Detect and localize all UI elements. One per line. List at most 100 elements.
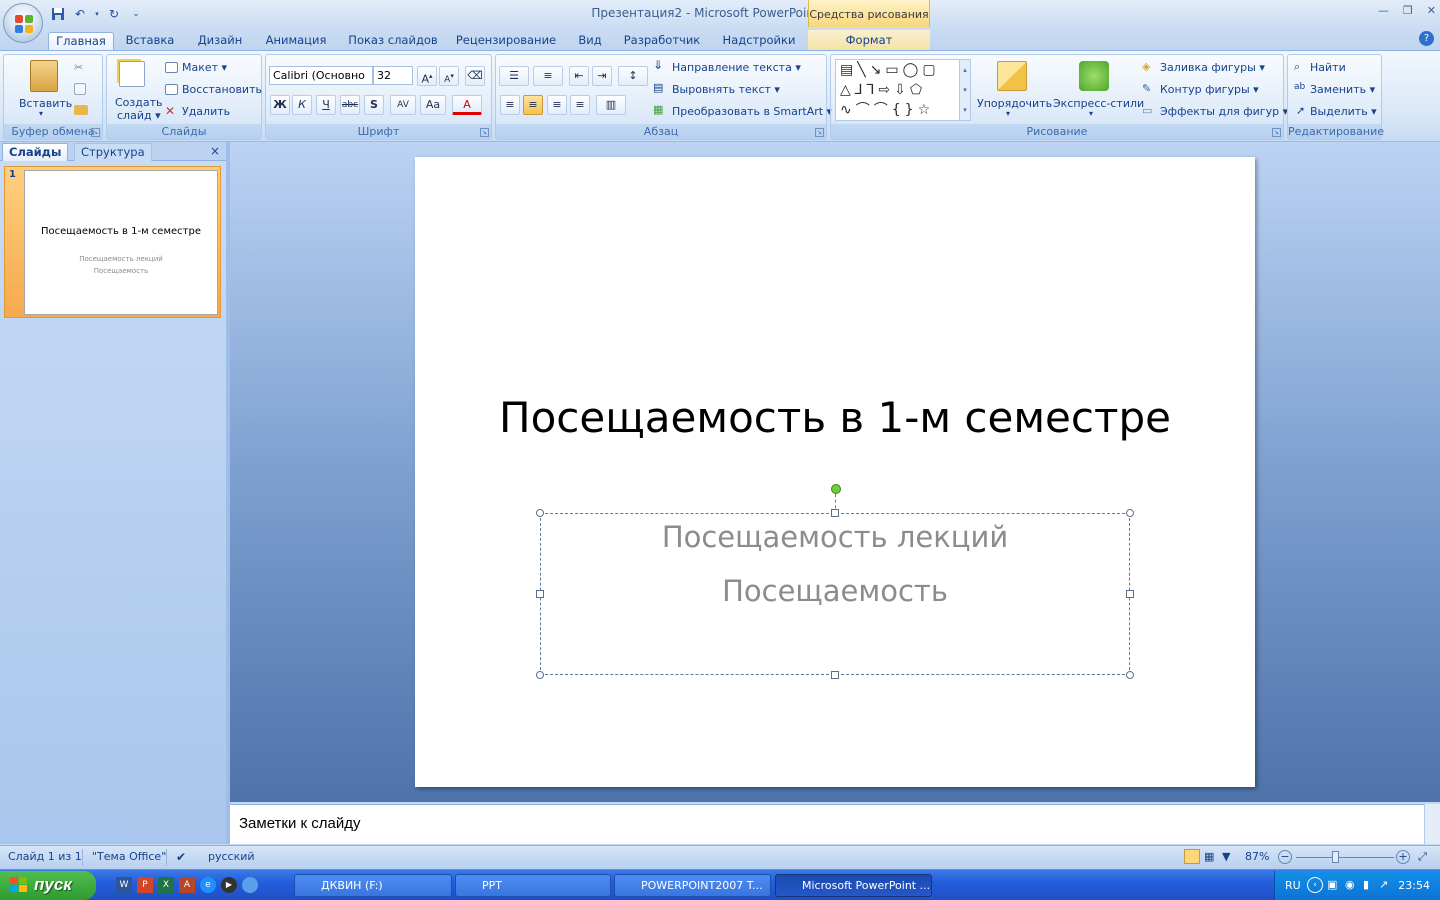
word-icon[interactable]: W [116, 877, 132, 893]
shape-effects-button[interactable]: Эффекты для фигур ▾ [1160, 105, 1288, 118]
slide-thumbnail-selected[interactable]: 1 Посещаемость в 1-м семестре Посещаемос… [4, 166, 221, 318]
slide-title[interactable]: Посещаемость в 1-м семестре [415, 393, 1255, 442]
italic-button[interactable]: К [292, 95, 312, 115]
shape-roundrect-icon[interactable]: ▢ [922, 62, 939, 78]
taskbar-item-word-doc[interactable]: POWERPOINT2007 T... [614, 874, 771, 897]
theme-status[interactable]: "Тема Office" [92, 850, 166, 863]
resize-handle-n[interactable] [831, 509, 839, 517]
new-slide-icon[interactable] [119, 61, 145, 87]
office-button[interactable] [3, 3, 43, 43]
shape-brace-left-icon[interactable]: { [892, 102, 905, 118]
format-painter-icon[interactable] [74, 105, 88, 115]
shapes-gallery-scroll[interactable]: ▴ ▾ ▾ [959, 59, 971, 121]
font-name-combo[interactable]: Calibri (Основно [269, 66, 373, 85]
zoom-out-icon[interactable]: − [1278, 850, 1292, 864]
restore-icon[interactable]: ❐ [1403, 4, 1413, 17]
pane-close-icon[interactable]: × [204, 143, 226, 161]
spellcheck-icon[interactable]: ✔ [176, 850, 186, 864]
layout-button[interactable]: Макет ▾ [182, 61, 227, 74]
shape-textbox-icon[interactable]: ▤ [840, 62, 857, 78]
arrange-button[interactable]: Упорядочить [977, 97, 1052, 110]
font-launcher-icon[interactable]: ↘ [480, 128, 489, 137]
tab-review[interactable]: Рецензирование [450, 32, 562, 50]
volume-icon[interactable]: ▮ [1363, 878, 1369, 891]
tab-design[interactable]: Дизайн [188, 32, 252, 50]
clock[interactable]: 23:54 [1398, 879, 1430, 892]
resize-handle-s[interactable] [831, 671, 839, 679]
shape-freeform-icon[interactable]: ∿ [840, 102, 856, 118]
quick-styles-dropdown-icon[interactable]: ▾ [1089, 109, 1093, 118]
resize-handle-ne[interactable] [1126, 509, 1134, 517]
tab-insert[interactable]: Вставка [118, 32, 182, 50]
paste-icon[interactable] [30, 60, 58, 92]
undo-dropdown-icon[interactable]: ▾ [94, 6, 100, 22]
language-indicator[interactable]: RU [1285, 879, 1301, 892]
change-case-button[interactable]: Aa [420, 95, 446, 115]
resize-handle-e[interactable] [1126, 590, 1134, 598]
align-text-button[interactable]: Выровнять текст ▾ [672, 83, 780, 96]
security-icon[interactable]: ◉ [1345, 878, 1355, 891]
language-status[interactable]: русский [208, 850, 255, 863]
resize-handle-w[interactable] [536, 590, 544, 598]
text-direction-button[interactable]: Направление текста ▾ [672, 61, 801, 74]
quick-styles-button[interactable]: Экспресс-стили [1053, 97, 1144, 110]
notes-placeholder[interactable]: Заметки к слайду [239, 815, 361, 832]
slideshow-view-icon[interactable]: ▼ [1222, 850, 1230, 863]
shape-connector-icon[interactable]: ⅂ [867, 82, 879, 98]
new-slide-dropdown[interactable]: слайд ▾ [117, 109, 161, 122]
tab-home[interactable]: Главная [48, 32, 114, 50]
internet-explorer-icon[interactable]: e [200, 877, 216, 893]
powerpoint-icon[interactable]: P [137, 877, 153, 893]
customize-qat-icon[interactable]: ⌄ [128, 6, 144, 22]
clipboard-launcher-icon[interactable]: ↘ [91, 128, 100, 137]
shape-star-icon[interactable]: ☆ [918, 102, 935, 118]
numbering-icon[interactable]: ≡ [533, 66, 563, 86]
align-left-icon[interactable]: ≡ [500, 95, 520, 115]
paste-button[interactable]: Вставить [19, 97, 72, 110]
font-color-button[interactable]: A [452, 95, 482, 115]
tab-format[interactable]: Формат [832, 32, 906, 50]
tray-expand-icon[interactable]: ‹ [1307, 877, 1323, 893]
shape-pentagon-icon[interactable]: ⬠ [910, 82, 926, 98]
convert-smartart-button[interactable]: Преобразовать в SmartArt ▾ [672, 105, 832, 118]
new-slide-button[interactable]: Создать [115, 96, 163, 109]
notes-scrollbar[interactable] [1424, 804, 1440, 844]
strikethrough-button[interactable]: abc [340, 95, 360, 115]
tab-developer[interactable]: Разработчик [618, 32, 706, 50]
shape-arc-icon[interactable]: ⌒ [874, 102, 892, 118]
resize-handle-nw[interactable] [536, 509, 544, 517]
zoom-slider-thumb[interactable] [1332, 851, 1339, 863]
slide-sorter-icon[interactable]: ▦ [1204, 850, 1214, 863]
shape-line-icon[interactable]: ╲ [857, 62, 869, 78]
tab-outline-pane[interactable]: Структура [74, 143, 152, 161]
replace-button[interactable]: Заменить ▾ [1310, 83, 1375, 96]
shape-brace-right-icon[interactable]: } [905, 102, 918, 118]
grow-font-icon[interactable]: A▴ [417, 66, 437, 86]
shrink-font-icon[interactable]: A▾ [439, 66, 459, 86]
safely-remove-icon[interactable]: ↗ [1379, 878, 1388, 891]
reset-button[interactable]: Восстановить [182, 83, 262, 96]
tab-view[interactable]: Вид [570, 32, 610, 50]
tab-animation[interactable]: Анимация [258, 32, 334, 50]
slide-thumbnail[interactable]: Посещаемость в 1-м семестре Посещаемость… [24, 170, 218, 315]
decrease-indent-icon[interactable]: ⇤ [569, 66, 589, 86]
bold-button[interactable]: Ж [270, 95, 290, 115]
rotation-handle[interactable] [831, 484, 841, 494]
network-icon[interactable]: ▣ [1327, 878, 1337, 891]
clear-format-icon[interactable]: ⌫ [465, 66, 485, 86]
tab-slides-pane[interactable]: Слайды [2, 143, 69, 161]
shadow-button[interactable]: S [364, 95, 384, 115]
shape-outline-button[interactable]: Контур фигуры ▾ [1160, 83, 1259, 96]
media-player-icon[interactable]: ▶ [221, 877, 237, 893]
resize-handle-sw[interactable] [536, 671, 544, 679]
excel-icon[interactable]: X [158, 877, 174, 893]
redo-icon[interactable]: ↻ [106, 6, 122, 22]
taskbar-item-powerpoint[interactable]: Microsoft PowerPoint ... [775, 874, 932, 897]
shape-triangle-icon[interactable]: △ [840, 82, 855, 98]
shape-curve-icon[interactable]: ⌒ [856, 102, 874, 118]
subtitle-line-1[interactable]: Посещаемость лекций [541, 520, 1129, 554]
find-button[interactable]: Найти [1310, 61, 1346, 74]
copy-icon[interactable] [74, 83, 86, 95]
close-icon[interactable]: ✕ [1427, 4, 1436, 17]
shape-right-arrow-icon[interactable]: ⇨ [878, 82, 894, 98]
